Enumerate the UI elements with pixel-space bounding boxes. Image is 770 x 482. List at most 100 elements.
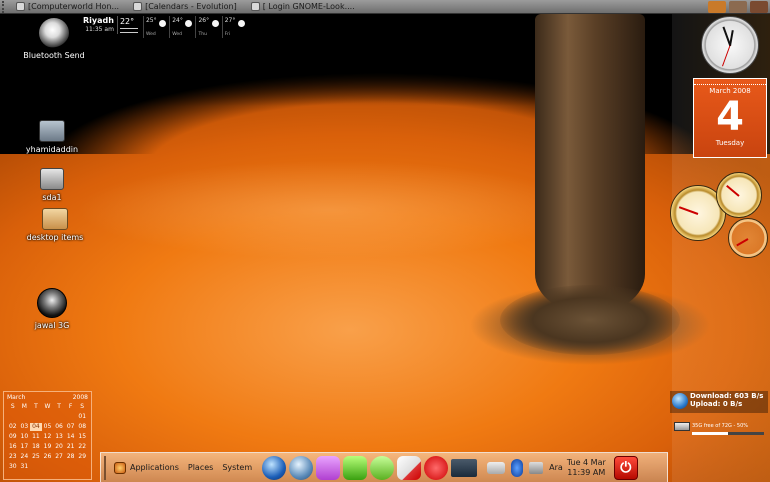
drive-icon: [40, 168, 64, 190]
moon-icon: [238, 20, 245, 27]
forecast-day-name: Wed: [172, 32, 183, 37]
desktop-icon-label: sda1: [42, 193, 62, 202]
launcher-bar: [262, 455, 478, 480]
mini-calendar-year: 2008: [72, 394, 88, 401]
folder-icon: [42, 208, 68, 230]
top-panel: [Computerworld Hon... [Calendars - Evolu…: [0, 0, 770, 14]
calendar-day-cell[interactable]: 05: [42, 423, 54, 431]
forecast-day: 24° Wed: [169, 16, 195, 38]
places-menu[interactable]: Places: [188, 463, 213, 472]
mail-icon[interactable]: [316, 455, 341, 480]
calendar-day-cell[interactable]: 03: [19, 423, 31, 431]
calendar-day-cell[interactable]: 20: [53, 443, 65, 451]
calendar-day-cell[interactable]: 18: [30, 443, 42, 451]
memory-gauge: [716, 172, 762, 218]
calendar-day-cell[interactable]: 31: [19, 463, 31, 471]
clock-second-hand: [722, 45, 731, 67]
calendar-day-cell[interactable]: 30: [7, 463, 19, 471]
calendar-weekday-header: T: [34, 403, 38, 410]
chat-icon[interactable]: [370, 455, 395, 480]
system-menu[interactable]: System: [222, 463, 252, 472]
wind-icon: [119, 28, 138, 33]
desktop-icon-sda1[interactable]: sda1: [14, 164, 90, 202]
calendar-day-cell: [30, 463, 42, 471]
calendar-day-cell[interactable]: 23: [7, 453, 19, 461]
calendar-day-cell[interactable]: 16: [7, 443, 19, 451]
calendar-day-cell[interactable]: 11: [30, 433, 42, 441]
calendar-day-cell[interactable]: 27: [53, 453, 65, 461]
calendar-day-cell[interactable]: 07: [65, 423, 77, 431]
calendar-day-cell[interactable]: 02: [7, 423, 19, 431]
forecast-temp: 26°: [198, 17, 210, 24]
calendar-weekday-header: F: [68, 403, 73, 410]
system-tray: Ara: [487, 458, 563, 477]
bluetooth-icon[interactable]: [511, 458, 524, 477]
disk-usage-fill: [692, 432, 728, 435]
power-icon: ⏻: [620, 459, 632, 476]
browser-w-icon[interactable]: [343, 455, 368, 480]
calendar-day-cell[interactable]: 09: [7, 433, 19, 441]
calendar-day-cell[interactable]: 04: [30, 423, 42, 431]
calendar-day-cell[interactable]: 21: [65, 443, 77, 451]
taskbar-item-gnome-look[interactable]: [ Login GNOME-Look....: [247, 1, 361, 13]
panel-clock[interactable]: Tue 4 Mar 11:39 AM: [567, 458, 606, 478]
calendar-day-cell[interactable]: 28: [65, 453, 77, 461]
desktop-icon-bluetooth-send[interactable]: Bluetooth Send: [16, 18, 92, 60]
workspace-3-icon[interactable]: [750, 1, 768, 13]
workspace-2-icon[interactable]: [729, 1, 747, 13]
calendar-day-cell[interactable]: 15: [76, 433, 88, 441]
calendar-day-cell[interactable]: 17: [19, 443, 31, 451]
calendar-day-cell[interactable]: 13: [53, 433, 65, 441]
calendar-day-cell[interactable]: 10: [19, 433, 31, 441]
calendar-day-cell: [30, 413, 42, 421]
calendar-day-cell[interactable]: 08: [76, 423, 88, 431]
calendar-day-cell[interactable]: 26: [42, 453, 54, 461]
panel-grip[interactable]: [2, 0, 8, 13]
upload-rate: Upload: 0 B/s: [690, 400, 743, 408]
applications-menu[interactable]: Applications: [130, 463, 179, 472]
workspace-1-icon[interactable]: [708, 1, 726, 13]
taskbar-item-computerworld[interactable]: [Computerworld Hon...: [12, 1, 125, 13]
terminal-icon[interactable]: [451, 458, 478, 477]
calendar-day-cell[interactable]: 24: [19, 453, 31, 461]
network-monitor-widget: Download: 603 B/s Upload: 0 B/s: [670, 391, 768, 413]
globe-icon: [672, 393, 688, 409]
wallpaper-stem-base: [500, 285, 680, 355]
calendar-day-cell[interactable]: 06: [53, 423, 65, 431]
calendar-day-cell[interactable]: 12: [42, 433, 54, 441]
network-icon[interactable]: [529, 461, 544, 474]
keyboard-layout-indicator[interactable]: Ara: [549, 463, 563, 472]
calendar-day-cell[interactable]: 25: [30, 453, 42, 461]
forecast-day-name: Thu: [198, 32, 207, 37]
calendar-day-cell[interactable]: 01: [76, 413, 88, 421]
forecast-temp: 27°: [224, 17, 236, 24]
firefox-icon[interactable]: [262, 455, 287, 480]
desktop-icon-home[interactable]: yhamidaddin: [14, 116, 90, 154]
calendar-day-cell[interactable]: 19: [42, 443, 54, 451]
desktop-icon-jawal-3g[interactable]: jawal 3G: [14, 288, 90, 330]
text-editor-icon[interactable]: [397, 455, 422, 480]
desktop-icon-label: yhamidaddin: [25, 145, 79, 154]
analog-clock: [701, 16, 759, 74]
calendar-day-cell[interactable]: 22: [76, 443, 88, 451]
mini-calendar-widget: March 2008 S M T W T F S 01 02 03 04 05 06 07 08 09 10 11…: [3, 391, 92, 480]
taskbar-item-evolution[interactable]: [Calendars - Evolution]: [129, 1, 243, 13]
calendar-day-cell[interactable]: 14: [65, 433, 77, 441]
forecast-day-name: Wed: [145, 32, 156, 37]
calendar-weekday-header: S: [10, 403, 15, 410]
globe-icon[interactable]: [289, 455, 314, 480]
wallpaper-stem: [535, 14, 645, 314]
calendar-day: 4: [716, 94, 744, 140]
moon-icon: [185, 20, 193, 27]
task-title: [Computerworld Hon...: [28, 2, 120, 11]
power-button[interactable]: ⏻: [613, 455, 638, 480]
notification-icon[interactable]: [487, 461, 506, 474]
main-menu: Applications Places System: [108, 461, 258, 474]
forecast-day: 25° Wed: [142, 16, 169, 38]
calendar-day-cell: [42, 413, 54, 421]
3g-icon[interactable]: [424, 455, 449, 480]
calendar-day-cell[interactable]: 29: [76, 453, 88, 461]
desktop-icon-desktop-items[interactable]: desktop items: [17, 204, 93, 242]
bottom-panel: Applications Places System Ara Tue 4 Mar…: [100, 452, 668, 482]
desktop-icon-label: Bluetooth Send: [23, 51, 85, 60]
